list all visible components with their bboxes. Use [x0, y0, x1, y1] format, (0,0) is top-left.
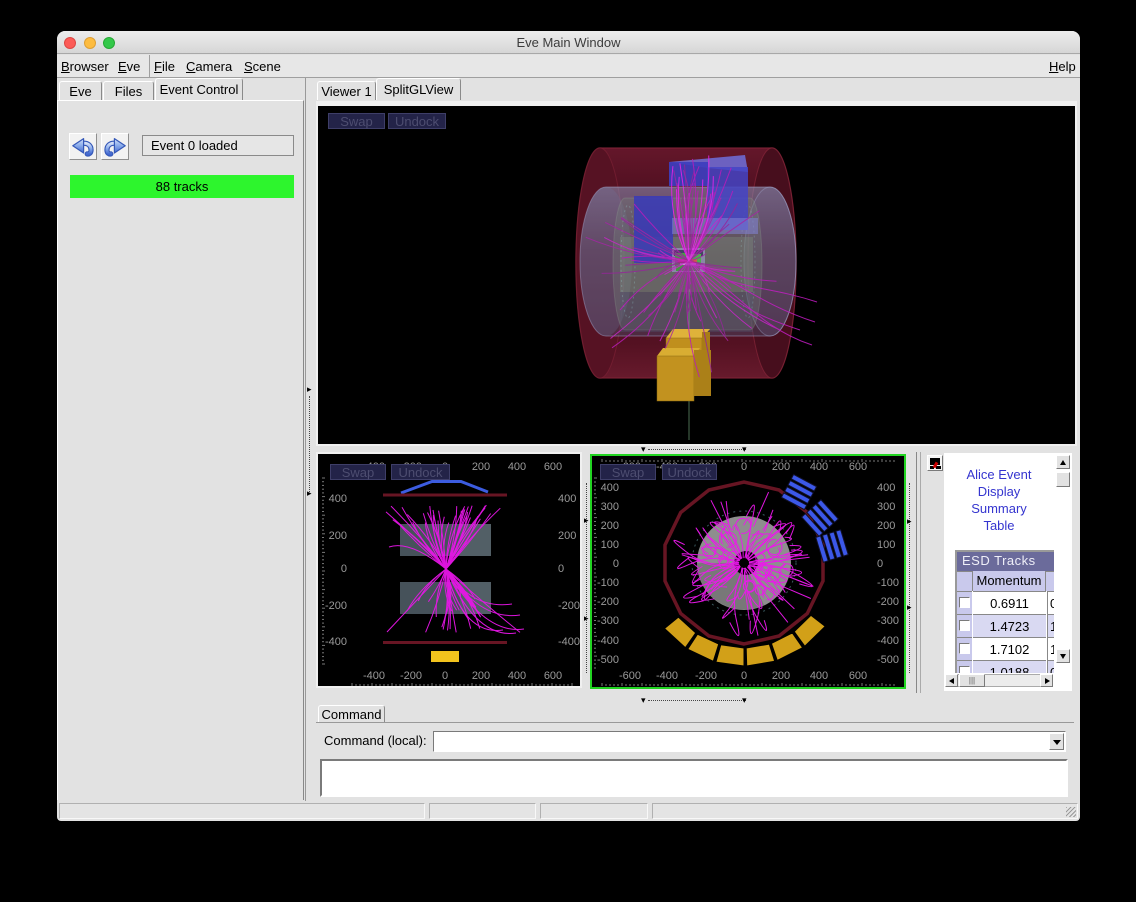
svg-text:-400: -400 — [597, 635, 619, 647]
svg-text:0: 0 — [741, 670, 747, 682]
svg-text:400: 400 — [558, 493, 576, 505]
svg-text:0: 0 — [741, 461, 747, 473]
svg-text:600: 600 — [849, 670, 867, 682]
svg-text:400: 400 — [810, 670, 828, 682]
svg-text:-200: -200 — [325, 600, 347, 612]
svg-text:0: 0 — [442, 670, 448, 682]
svg-text:200: 200 — [877, 520, 895, 532]
svg-text:-100: -100 — [877, 577, 899, 589]
svg-text:-200: -200 — [877, 596, 899, 608]
svg-text:-200: -200 — [695, 670, 717, 682]
svg-text:400: 400 — [508, 670, 526, 682]
svg-text:300: 300 — [601, 501, 619, 513]
svg-text:200: 200 — [772, 461, 790, 473]
svg-text:-400: -400 — [558, 636, 580, 648]
svg-text:-200: -200 — [597, 596, 619, 608]
svg-text:600: 600 — [849, 461, 867, 473]
svg-text:-200: -200 — [558, 600, 580, 612]
svg-text:-400: -400 — [656, 670, 678, 682]
svg-text:-300: -300 — [877, 615, 899, 627]
svg-text:-100: -100 — [597, 577, 619, 589]
svg-text:200: 200 — [558, 530, 576, 542]
svg-text:300: 300 — [877, 501, 895, 513]
svg-text:-400: -400 — [877, 635, 899, 647]
svg-text:-400: -400 — [363, 670, 385, 682]
svg-text:100: 100 — [877, 539, 895, 551]
svg-text:600: 600 — [544, 461, 562, 473]
svg-text:0: 0 — [341, 563, 347, 575]
svg-text:200: 200 — [472, 461, 490, 473]
svg-text:0: 0 — [877, 558, 883, 570]
svg-text:400: 400 — [810, 461, 828, 473]
svg-text:-400: -400 — [325, 636, 347, 648]
svg-text:0: 0 — [613, 558, 619, 570]
svg-text:400: 400 — [329, 493, 347, 505]
svg-text:-200: -200 — [400, 670, 422, 682]
svg-text:-600: -600 — [619, 670, 641, 682]
svg-text:400: 400 — [877, 482, 895, 494]
svg-text:600: 600 — [544, 670, 562, 682]
svg-text:-500: -500 — [597, 654, 619, 666]
svg-text:-500: -500 — [877, 654, 899, 666]
svg-text:200: 200 — [329, 530, 347, 542]
svg-text:-300: -300 — [597, 615, 619, 627]
svg-text:200: 200 — [772, 670, 790, 682]
svg-text:400: 400 — [601, 482, 619, 494]
svg-text:200: 200 — [472, 670, 490, 682]
svg-text:200: 200 — [601, 520, 619, 532]
svg-text:400: 400 — [508, 461, 526, 473]
svg-text:0: 0 — [558, 563, 564, 575]
svg-text:100: 100 — [601, 539, 619, 551]
